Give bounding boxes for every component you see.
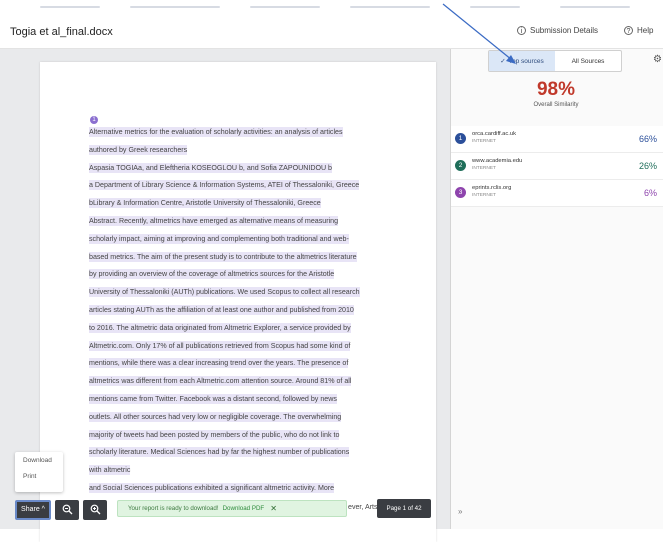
viewer-toolbar: Share ^ (15, 497, 107, 522)
submission-details-button[interactable]: i Submission Details (517, 26, 598, 35)
download-ready-toast: Your report is ready to download! Downlo… (117, 500, 347, 517)
submission-details-label: Submission Details (530, 26, 599, 35)
match-marker[interactable]: 1 (90, 116, 98, 124)
document-line: majority of tweets had been posted by me… (89, 429, 340, 440)
similarity-score: 98% Overall Similarity (511, 79, 601, 108)
app-header: Togia et al_final.docx i Submission Deta… (0, 14, 663, 49)
similarity-panel: ✓ Top sources All Sources ⚙ 98% Overall S… (451, 49, 663, 529)
download-pdf-link[interactable]: Download PDF (223, 505, 265, 512)
share-menu: Download Print (15, 452, 63, 492)
source-percentage: 6% (643, 188, 657, 198)
document-page: Alternative metrics for the evaluation o… (40, 62, 436, 542)
download-menu-item[interactable]: Download (15, 452, 63, 468)
zoom-in-button[interactable] (83, 499, 107, 520)
document-line: Altmetric.com. Only 17% of all publicati… (89, 340, 351, 351)
zoom-out-button[interactable] (55, 499, 79, 520)
source-name: eprints.rclis.org (472, 185, 512, 191)
zoom-out-icon (62, 504, 72, 515)
partial-text-tail: ever, Arts (348, 503, 378, 511)
source-row[interactable]: 3 eprints.rclis.org INTERNET 6% (451, 180, 663, 207)
settings-gear-icon[interactable]: ⚙ (653, 54, 662, 65)
document-line: by providing an overview of the coverage… (89, 269, 335, 280)
help-label: Help (637, 26, 654, 35)
source-tabs: ✓ Top sources All Sources (488, 50, 622, 72)
help-button[interactable]: ? Help (624, 26, 653, 35)
document-line: and Social Sciences publications exhibit… (89, 482, 335, 493)
source-row[interactable]: 2 www.academia.edu INTERNET 26% (451, 153, 663, 180)
document-line: outlets. All other sources had very low … (89, 411, 342, 422)
collapse-panel-icon[interactable]: » (458, 507, 462, 516)
source-percentage: 26% (638, 161, 657, 171)
document-line: based metrics. The aim of the present st… (89, 251, 357, 262)
zoom-in-icon (90, 504, 100, 515)
document-line: mentions came from Twitter. Facebook was… (89, 393, 337, 404)
source-number-badge: 1 (455, 133, 466, 144)
similarity-label: Overall Similarity (533, 102, 579, 108)
document-line: University of Thessaloniki (AUTh) public… (89, 287, 360, 298)
source-type: INTERNET (472, 139, 496, 144)
browser-top-strip (0, 0, 663, 14)
document-line: authored by Greek researchers (89, 144, 188, 155)
document-title: Togia et al_final.docx (10, 26, 113, 38)
document-line: scholarly literature. Medical Sciences h… (89, 447, 350, 458)
source-name: www.academia.edu (472, 158, 523, 164)
document-line: with altmetric (89, 465, 131, 476)
source-number-badge: 2 (455, 160, 466, 171)
source-number-badge: 3 (455, 187, 466, 198)
page-indicator[interactable]: Page 1 of 42 (377, 499, 431, 518)
document-line: to 2016. The altmetric data originated f… (89, 322, 351, 333)
help-icon: ? (624, 26, 633, 35)
document-line: articles stating AUTh as the affiliation… (89, 304, 354, 315)
source-type: INTERNET (472, 166, 496, 171)
source-type: INTERNET (472, 193, 496, 198)
document-line: altmetrics was different from each Altme… (89, 376, 352, 387)
info-icon: i (517, 26, 526, 35)
source-list: 1 orca.cardiff.ac.uk INTERNET 66% 2 www.acade… (451, 126, 663, 207)
close-icon[interactable]: ✕ (270, 504, 277, 513)
tab-top-sources[interactable]: ✓ Top sources (489, 51, 555, 71)
document-line: mentions, while there was a clear increa… (89, 358, 349, 369)
document-line: Alternative metrics for the evaluation o… (89, 127, 343, 137)
document-viewer[interactable]: Alternative metrics for the evaluation o… (0, 49, 451, 542)
document-line: Aspasia TOGIAa, and Eleftheria KOSEOGLOU… (89, 162, 333, 173)
document-line: scholarly impact, aiming at improving an… (89, 233, 349, 244)
source-name: orca.cardiff.ac.uk (472, 131, 517, 137)
document-text: Alternative metrics for the evaluation o… (89, 124, 429, 498)
tab-all-sources[interactable]: All Sources (555, 51, 621, 71)
print-menu-item[interactable]: Print (15, 468, 63, 484)
share-button[interactable]: Share ^ (15, 499, 51, 520)
document-line: a Department of Library Science & Inform… (89, 180, 360, 191)
similarity-percentage: 98% (536, 79, 576, 100)
document-line: bLibrary & Information Centre, Aristotle… (89, 198, 321, 209)
source-row[interactable]: 1 orca.cardiff.ac.uk INTERNET 66% (451, 126, 663, 153)
source-percentage: 66% (638, 134, 657, 144)
document-line: Abstract. Recently, altmetrics have emer… (89, 215, 339, 226)
toast-message: Your report is ready to download! (128, 505, 219, 512)
